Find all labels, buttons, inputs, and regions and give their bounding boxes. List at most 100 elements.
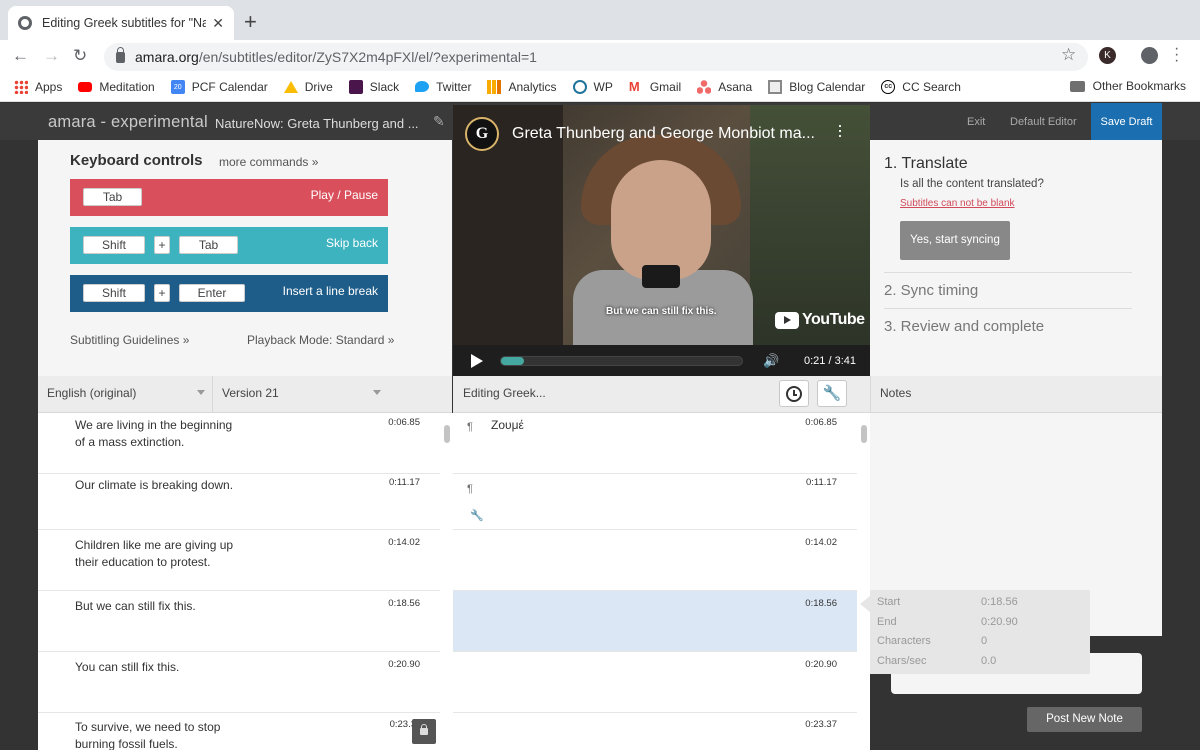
key-plus: + (154, 236, 170, 254)
bookmark-gmail[interactable]: M Gmail (628, 78, 681, 94)
pilcrow-icon[interactable]: ¶ (467, 483, 473, 495)
editing-scrollbar[interactable] (857, 413, 870, 750)
bookmark-slack[interactable]: Slack (348, 79, 399, 94)
blank-subtitles-warning[interactable]: Subtitles can not be blank (900, 198, 1015, 209)
save-draft-button[interactable]: Save Draft (1091, 103, 1162, 140)
lock-icon[interactable] (412, 719, 436, 744)
timing-button[interactable] (779, 380, 809, 407)
language-select[interactable]: English (original) (38, 376, 212, 413)
bookmark-star-icon[interactable]: ☆ (1061, 45, 1076, 65)
post-new-note-button[interactable]: Post New Note (1027, 707, 1142, 732)
workflow-steps-panel: 1. Translate Is all the content translat… (870, 140, 1162, 376)
key-plus: + (154, 284, 170, 302)
list-item[interactable]: To survive, we need to stop burning foss… (38, 713, 440, 750)
bookmark-cc-search[interactable]: cc CC Search (881, 79, 961, 94)
browser-toolbar: ← → ↻ amara.org/en/subtitles/editor/ZyS7… (0, 40, 1200, 72)
apps-grid-icon (14, 79, 28, 94)
original-scrollbar[interactable] (440, 413, 453, 750)
bookmark-pcf-calendar[interactable]: 20 PCF Calendar (170, 79, 268, 94)
subtitling-guidelines-link[interactable]: Subtitling Guidelines » (70, 333, 189, 347)
tab-title: Editing Greek subtitles for "Na (42, 16, 207, 30)
account-icon[interactable] (1141, 47, 1158, 64)
new-tab-icon[interactable]: + (244, 9, 257, 35)
step-sync-timing: 2. Sync timing (884, 282, 979, 299)
bookmark-other[interactable]: Other Bookmarks (1069, 79, 1186, 93)
drive-icon (283, 80, 298, 93)
back-arrow-icon[interactable]: ← (12, 46, 29, 66)
list-item[interactable]: But we can still fix this. 0:18.56 (38, 591, 440, 652)
address-bar[interactable]: amara.org/en/subtitles/editor/ZyS7X2m4pF… (104, 43, 1088, 71)
version-select[interactable]: Version 21 (212, 376, 452, 413)
youtube-video-title[interactable]: Greta Thunberg and George Monbiot ma... (512, 125, 815, 143)
scroll-thumb[interactable] (861, 425, 867, 443)
divider (884, 308, 1132, 309)
volume-icon[interactable]: 🔊 (763, 353, 779, 369)
step-translate-question: Is all the content translated? (900, 178, 1044, 190)
more-commands-link[interactable]: more commands » (219, 155, 318, 169)
reload-icon[interactable]: ↻ (73, 46, 87, 66)
list-item[interactable]: ¶ 🔧 0:11.17 (453, 469, 857, 530)
bookmark-asana[interactable]: Asana (697, 79, 752, 94)
exit-link[interactable]: Exit (967, 116, 985, 128)
video-center-overlay[interactable] (642, 265, 680, 288)
video-caption: But we can still fix this. (606, 306, 717, 317)
sheet-icon (768, 79, 783, 94)
bookmark-wp[interactable]: WP (572, 79, 613, 94)
pilcrow-icon[interactable]: ¶ (467, 421, 473, 433)
shortcut-label: Insert a line break (282, 284, 378, 298)
list-item-selected[interactable]: 0:18.56 (453, 591, 857, 652)
bookmark-twitter[interactable]: Twitter (415, 80, 471, 94)
shortcut-skip-back: Shift + Tab Skip back (70, 227, 388, 264)
progress-fill (501, 357, 524, 365)
youtube-logo[interactable]: YouTube (775, 311, 865, 329)
editing-header: Editing Greek... 🔧 (453, 376, 870, 413)
edit-pencil-icon[interactable]: ✎ (433, 113, 445, 130)
analytics-icon (487, 79, 502, 94)
list-item[interactable]: 0:23.37 (453, 713, 857, 750)
bookmark-apps[interactable]: Apps (14, 79, 62, 94)
list-item[interactable]: Our climate is breaking down. 0:11.17 (38, 469, 440, 530)
browser-menu-icon[interactable]: · · · (1174, 41, 1179, 69)
wrench-icon[interactable]: 🔧 (470, 509, 484, 522)
list-item[interactable]: You can still fix this. 0:20.90 (38, 652, 440, 713)
shortcut-play-pause: Tab Play / Pause (70, 179, 388, 216)
amara-logo[interactable]: amara - experimental (48, 113, 208, 132)
close-tab-icon[interactable]: ✕ (212, 15, 224, 32)
list-item[interactable]: We are living in the beginning of a mass… (38, 413, 440, 474)
extension-avatar[interactable]: K (1099, 47, 1116, 64)
gmail-icon: M (628, 78, 640, 94)
channel-avatar[interactable]: G (465, 117, 499, 151)
start-syncing-button[interactable]: Yes, start syncing (900, 221, 1010, 260)
video-frame-subject-face (611, 160, 711, 280)
default-editor-link[interactable]: Default Editor (1010, 116, 1077, 128)
list-item[interactable]: ¶ Ζουμέ 0:06.85 (453, 413, 857, 474)
progress-bar[interactable] (500, 356, 743, 366)
playback-mode-link[interactable]: Playback Mode: Standard » (247, 333, 394, 347)
chevron-down-icon (197, 390, 205, 395)
bookmark-blog-calendar[interactable]: Blog Calendar (768, 79, 865, 94)
list-item[interactable]: 0:20.90 (453, 652, 857, 713)
cc-icon: cc (881, 79, 896, 94)
scroll-thumb[interactable] (444, 425, 450, 443)
key-shift: Shift (83, 236, 145, 254)
shortcut-label: Play / Pause (310, 188, 378, 202)
url-path: /en/subtitles/editor/ZyS7X2m4pFXl/el/?ex… (198, 49, 537, 65)
bookmark-analytics[interactable]: Analytics (487, 79, 557, 94)
folder-icon (1069, 80, 1085, 92)
video-player[interactable]: G Greta Thunberg and George Monbiot ma..… (453, 105, 870, 345)
forward-arrow-icon[interactable]: → (43, 46, 60, 66)
asana-icon (697, 79, 712, 94)
slack-icon (348, 79, 363, 94)
play-icon[interactable] (471, 354, 483, 368)
bookmark-meditation[interactable]: Meditation (78, 80, 155, 94)
bookmark-drive[interactable]: Drive (283, 80, 333, 94)
tools-button[interactable]: 🔧 (817, 380, 847, 407)
lock-icon (116, 46, 125, 63)
list-item[interactable]: 0:14.02 (453, 530, 857, 591)
more-options-icon[interactable]: · · · (837, 116, 843, 144)
browser-tab[interactable]: Editing Greek subtitles for "Na ✕ (8, 6, 234, 40)
divider (884, 272, 1132, 273)
notes-header: Notes (870, 376, 1162, 413)
list-item[interactable]: Children like me are giving up their edu… (38, 530, 440, 591)
key-tab: Tab (179, 236, 238, 254)
